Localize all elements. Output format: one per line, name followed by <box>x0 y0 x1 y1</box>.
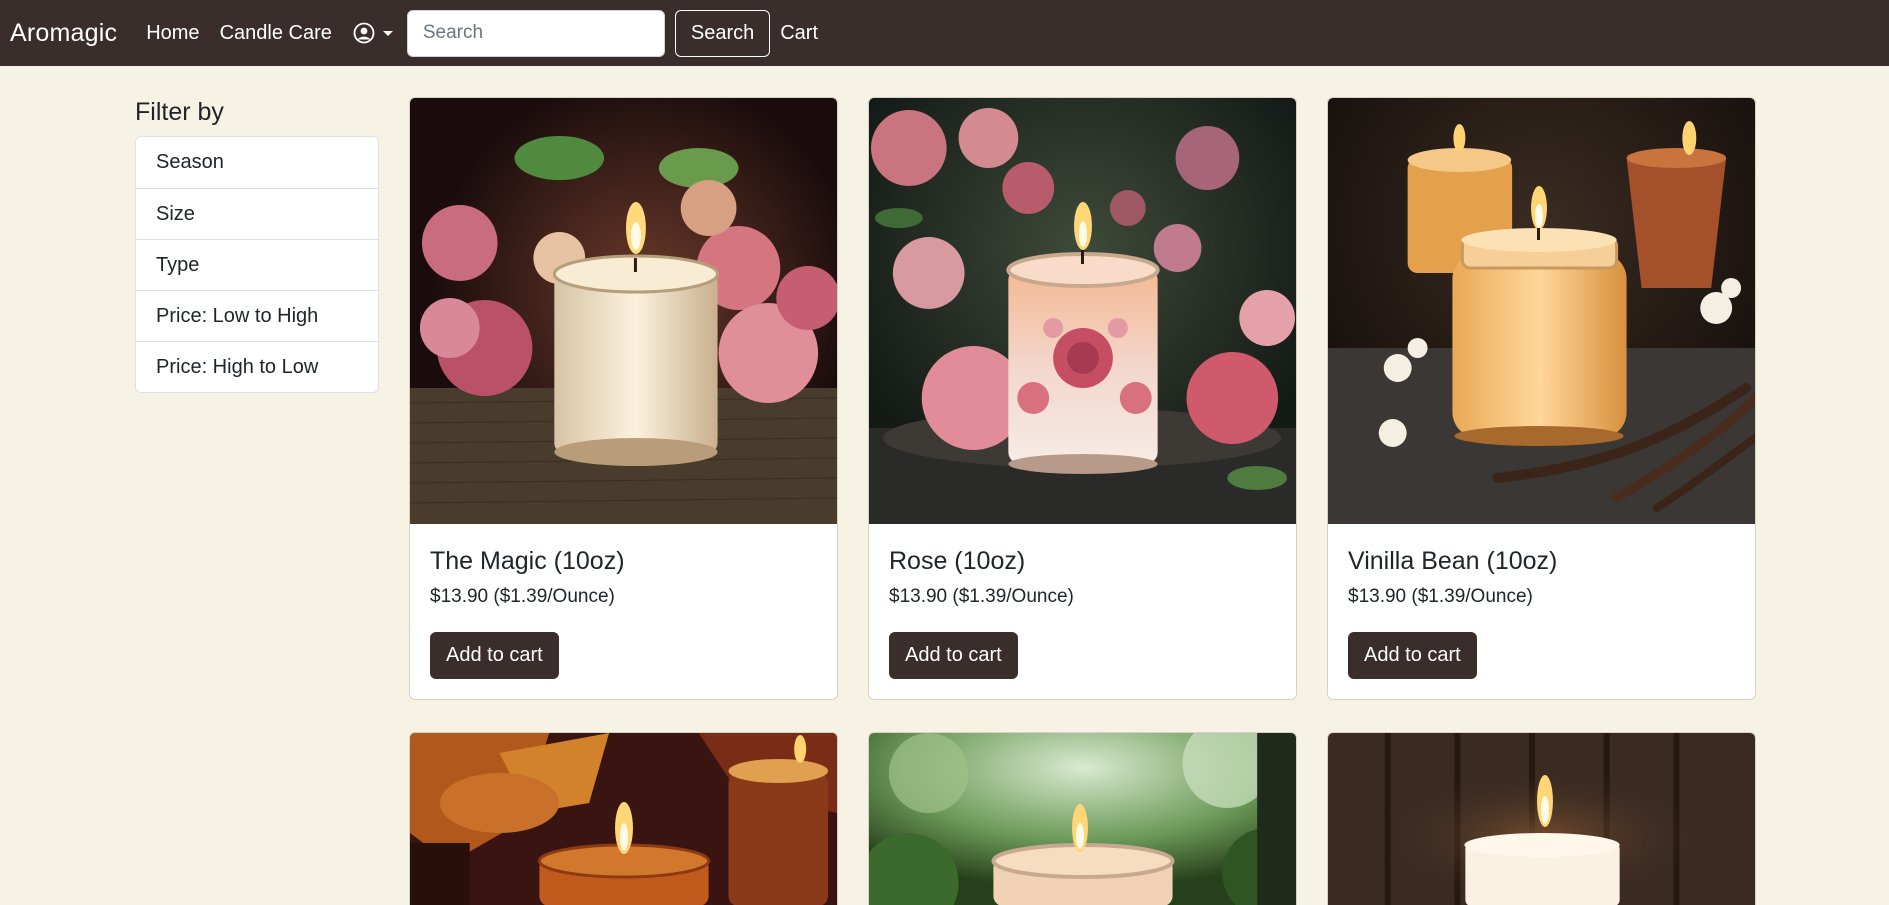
cart-link[interactable]: Cart <box>780 22 818 45</box>
product-card: Vinilla Bean (10oz) $13.90 ($1.39/Ounce)… <box>1327 97 1756 700</box>
search-button[interactable]: Search <box>674 9 771 57</box>
product-title[interactable]: Rose (10oz) <box>889 544 1276 580</box>
product-image-candle-with-pink-roses[interactable] <box>410 98 837 524</box>
filter-item-price-low-high[interactable]: Price: Low to High <box>136 290 378 341</box>
product-card <box>1327 732 1756 905</box>
product-card <box>868 732 1297 905</box>
filter-item-season[interactable]: Season <box>136 137 378 188</box>
brand-logo[interactable]: Aromagic <box>10 19 117 48</box>
product-card: Rose (10oz) $13.90 ($1.39/Ounce) Add to … <box>868 97 1297 700</box>
top-navbar: Aromagic Home Candle Care Search Cart <box>0 0 1889 66</box>
product-image-vanilla-candle-with-vanilla-pods[interactable] <box>1328 98 1755 524</box>
product-image-amber-candle-autumn-leaves[interactable] <box>410 733 837 905</box>
product-price: $13.90 ($1.39/Ounce) <box>1348 586 1533 607</box>
caret-down-icon <box>382 31 393 36</box>
filter-title: Filter by <box>135 98 224 126</box>
product-image-candle-garden-greenery[interactable] <box>869 733 1296 905</box>
filter-item-type[interactable]: Type <box>136 239 378 290</box>
user-dropdown[interactable] <box>353 22 397 44</box>
product-price: $13.90 ($1.39/Ounce) <box>889 586 1074 607</box>
product-price: $13.90 ($1.39/Ounce) <box>430 586 615 607</box>
filter-sidebar: Filter by Season Size Type Price: Low to… <box>135 96 379 393</box>
product-image-rose-print-candle-with-roses[interactable] <box>869 98 1296 524</box>
filter-item-size[interactable]: Size <box>136 188 378 239</box>
add-to-cart-button[interactable]: Add to cart <box>889 632 1018 679</box>
product-image-pillar-candle-dark-wood[interactable] <box>1328 733 1755 905</box>
nav-candle-care-link[interactable]: Candle Care <box>220 22 332 45</box>
add-to-cart-button[interactable]: Add to cart <box>1348 632 1477 679</box>
product-title[interactable]: The Magic (10oz) <box>430 544 817 580</box>
search-input[interactable] <box>406 9 665 57</box>
user-circle-icon <box>353 22 375 44</box>
filter-list: Season Size Type Price: Low to High Pric… <box>135 136 379 393</box>
nav-home-link[interactable]: Home <box>146 22 199 45</box>
product-card <box>409 732 838 905</box>
add-to-cart-button[interactable]: Add to cart <box>430 632 559 679</box>
product-card: The Magic (10oz) $13.90 ($1.39/Ounce) Ad… <box>409 97 838 700</box>
filter-item-price-high-low[interactable]: Price: High to Low <box>136 341 378 392</box>
product-title[interactable]: Vinilla Bean (10oz) <box>1348 544 1735 580</box>
